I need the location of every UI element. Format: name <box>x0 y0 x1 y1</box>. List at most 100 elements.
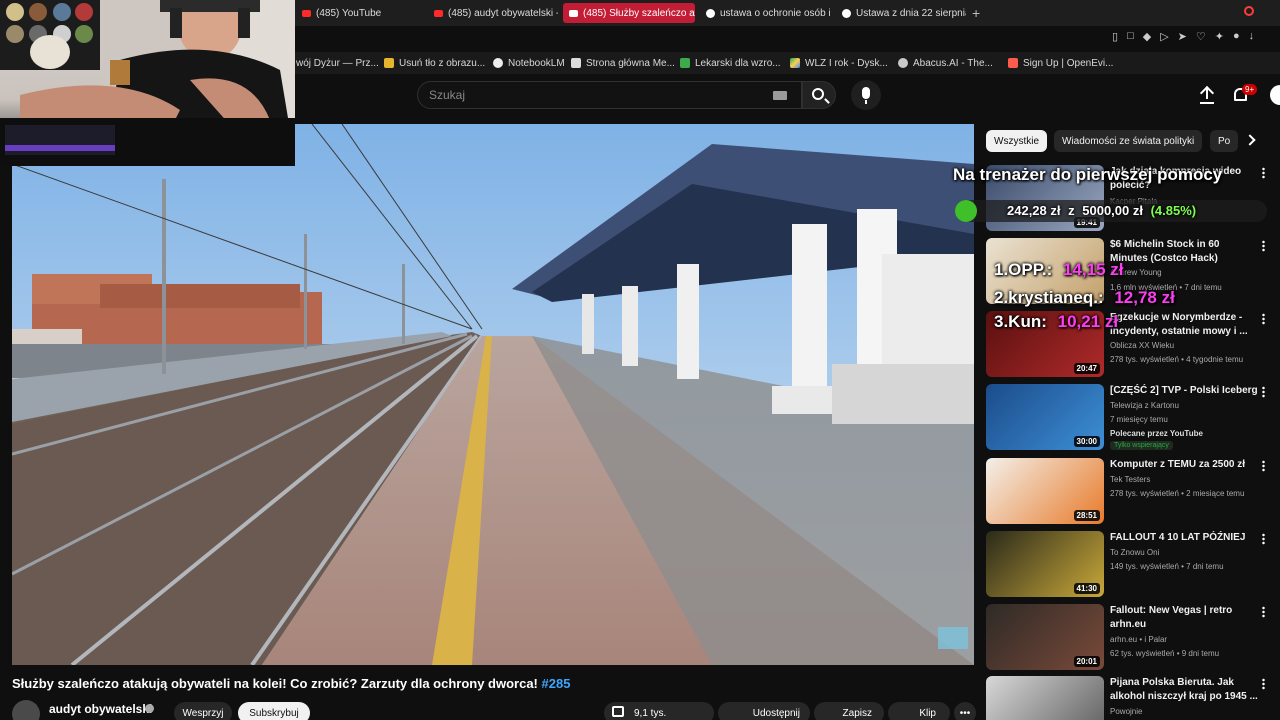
recommendation-title[interactable]: Fallout: New Vegas | retro arhn.eu <box>1110 604 1258 632</box>
bookmark-item[interactable]: NotebookLM <box>493 56 565 70</box>
hashtag-link[interactable]: #285 <box>542 676 571 691</box>
download-icon[interactable]: ↓ <box>1249 30 1255 43</box>
bookmark-label: Lekarski dla wzro... <box>695 57 781 69</box>
subscribe-button[interactable]: Subskrybuj <box>238 702 310 720</box>
bookmark-item[interactable]: Lekarski dla wzro... <box>680 56 781 70</box>
abacus-icon <box>898 58 908 68</box>
bookmark-label: wój Dyżur — Prz... <box>296 57 379 69</box>
video-player[interactable] <box>12 124 974 665</box>
donor-amount: 10,21 zł <box>1057 312 1119 331</box>
goal-current: 242,28 zł <box>1007 203 1061 218</box>
save-button[interactable]: Zapisz <box>814 702 884 720</box>
duration-badge: 41:30 <box>1073 583 1100 594</box>
puzzle-icon[interactable]: ✦ <box>1215 30 1224 43</box>
video-thumbnail[interactable] <box>986 676 1104 720</box>
thumbs-up-icon <box>612 706 624 717</box>
account-avatar[interactable] <box>1270 85 1280 105</box>
video-thumbnail[interactable]: 20:01 <box>986 604 1104 670</box>
kebab-menu-icon[interactable] <box>1262 240 1265 252</box>
page-icon <box>680 58 690 68</box>
recommendation-item[interactable]: 20:01 Fallout: New Vegas | retro arhn.eu… <box>986 604 1272 672</box>
screenshot-icon[interactable]: □ <box>1127 30 1134 43</box>
recommendation-title[interactable]: [CZĘŚĆ 2] TVP - Polski Iceberg <box>1110 384 1258 398</box>
recommendation-channel[interactable]: Tek Testers <box>1110 475 1150 484</box>
kebab-menu-icon[interactable] <box>1262 386 1265 398</box>
search-input[interactable] <box>429 88 759 102</box>
video-thumbnail[interactable]: 41:30 <box>986 531 1104 597</box>
recommendation-title[interactable]: Egzekucje w Norymberdze - incydenty, ost… <box>1110 311 1258 339</box>
donor-name: 1.OPP.: <box>994 260 1053 279</box>
recommendation-channel[interactable]: arhn.eu • i Palar <box>1110 635 1167 644</box>
video-thumbnail[interactable]: 28:51 <box>986 458 1104 524</box>
recommendation-channel[interactable]: Telewizja z Kartonu <box>1110 401 1179 410</box>
bookmark-item[interactable]: Sign Up | OpenEvi... <box>1008 56 1113 70</box>
tab-label: Ustawa z dnia 22 sierpnia <box>856 7 966 19</box>
recommendation-title[interactable]: $6 Michelin Stock in 60 Minutes (Costco … <box>1110 238 1258 266</box>
microphone-icon <box>862 87 870 99</box>
chip-politics-news[interactable]: Wiadomości ze świata polityki <box>1054 130 1203 152</box>
duration-badge: 28:51 <box>1073 510 1100 521</box>
bookmark-item[interactable]: Usuń tło z obrazu... <box>384 56 485 70</box>
recommendation-title[interactable]: Komputer z TEMU za 2500 zł <box>1110 458 1258 472</box>
send-icon[interactable]: ➤ <box>1178 30 1187 43</box>
recommendation-meta: 149 tys. wyświetleń • 7 dni temu <box>1110 562 1224 571</box>
recommendation-item[interactable]: Pijana Polska Bieruta. Jak alkohol niszc… <box>986 676 1272 720</box>
clip-button[interactable]: Klip <box>888 702 950 720</box>
recommendation-item[interactable]: 41:30 FALLOUT 4 10 LAT PÓŹNIEJ To Znowu … <box>986 531 1272 599</box>
bookmark-item[interactable]: WLZ I rok - Dysk... <box>790 56 888 70</box>
browser-tab[interactable]: (485) YouTube <box>296 3 426 23</box>
shield-icon[interactable]: ◆ <box>1143 30 1151 43</box>
browser-tab[interactable]: (485) audyt obywatelski - <box>428 3 558 23</box>
play-icon[interactable]: ▷ <box>1160 30 1168 43</box>
chip-all[interactable]: Wszystkie <box>986 130 1047 152</box>
top-donor: 2.krystianeq.: 12,78 zł <box>994 288 1175 308</box>
extensions-toolbar: ▯ □ ◆ ▷ ➤ ♡ ✦ ● ↓ <box>1112 30 1254 43</box>
voice-search-button[interactable] <box>851 80 881 110</box>
notification-badge: 9+ <box>1242 84 1258 95</box>
recommendation-item[interactable]: 30:00 [CZĘŚĆ 2] TVP - Polski Iceberg Tel… <box>986 384 1272 452</box>
upload-icon-base <box>1200 102 1214 104</box>
bookmark-icon[interactable]: ▯ <box>1112 30 1118 43</box>
recommendation-item[interactable]: 28:51 Komputer z TEMU za 2500 zł Tek Tes… <box>986 458 1272 526</box>
kebab-menu-icon[interactable] <box>1262 460 1265 472</box>
bookmark-item[interactable]: Abacus.AI - The... <box>898 56 993 70</box>
tab-search-icon[interactable] <box>1244 6 1254 16</box>
recommendation-chips: Wszystkie Wiadomości ze świata polityki … <box>986 130 1266 152</box>
video-title: Służby szaleńczo atakują obywateli na ko… <box>12 676 570 691</box>
recommendation-channel[interactable]: To Znowu Oni <box>1110 548 1159 557</box>
kebab-menu-icon[interactable] <box>1262 533 1265 545</box>
share-button[interactable]: Udostępnij <box>718 702 810 720</box>
recommendation-meta: 278 tys. wyświetleń • 4 tygodnie temu <box>1110 355 1244 364</box>
kebab-menu-icon[interactable] <box>1262 678 1265 690</box>
video-thumbnail[interactable]: 30:00 <box>986 384 1104 450</box>
bookmark-item[interactable]: Strona główna Me... <box>571 56 675 70</box>
keyboard-icon[interactable] <box>773 91 787 100</box>
recommendation-channel[interactable]: Oblicza XX Wieku <box>1110 341 1174 350</box>
browser-tab[interactable]: Ustawa z dnia 22 sierpnia <box>836 3 966 23</box>
channel-avatar[interactable] <box>12 700 40 720</box>
new-tab-button[interactable]: + <box>972 5 980 21</box>
recommendation-meta: 62 tys. wyświetleń • 9 dni temu <box>1110 649 1220 658</box>
kebab-menu-icon[interactable] <box>1262 313 1265 325</box>
kebab-menu-icon[interactable] <box>1262 167 1265 179</box>
browser-tab[interactable]: ustawa o ochronie osób i <box>700 3 830 23</box>
profile-icon[interactable]: ● <box>1233 30 1240 43</box>
support-button[interactable]: Wesprzyj <box>174 702 232 720</box>
chip-partial[interactable]: Po <box>1210 130 1239 152</box>
heart-icon[interactable]: ♡ <box>1196 30 1206 43</box>
video-watermark-logo <box>938 627 968 649</box>
recommended-by-youtube: Polecane przez YouTube <box>1110 429 1203 438</box>
channel-name[interactable]: audyt obywatelski <box>49 702 152 716</box>
duration-badge: 20:47 <box>1073 363 1100 374</box>
recommendation-title[interactable]: Pijana Polska Bieruta. Jak alkohol niszc… <box>1110 676 1258 704</box>
openevidence-icon <box>1008 58 1018 68</box>
bookmark-label: Sign Up | OpenEvi... <box>1023 57 1114 69</box>
recommendation-channel[interactable]: Powojnie <box>1110 707 1142 716</box>
more-actions-button[interactable]: ••• <box>954 702 976 720</box>
browser-tab-active[interactable]: (485) Służby szaleńczo at <box>563 3 695 23</box>
kebab-menu-icon[interactable] <box>1262 606 1265 618</box>
bookmark-item[interactable]: wój Dyżur — Prz... <box>296 56 379 70</box>
search-button[interactable] <box>802 81 836 109</box>
duration-badge: 30:00 <box>1073 436 1100 447</box>
recommendation-title[interactable]: FALLOUT 4 10 LAT PÓŹNIEJ <box>1110 531 1258 545</box>
